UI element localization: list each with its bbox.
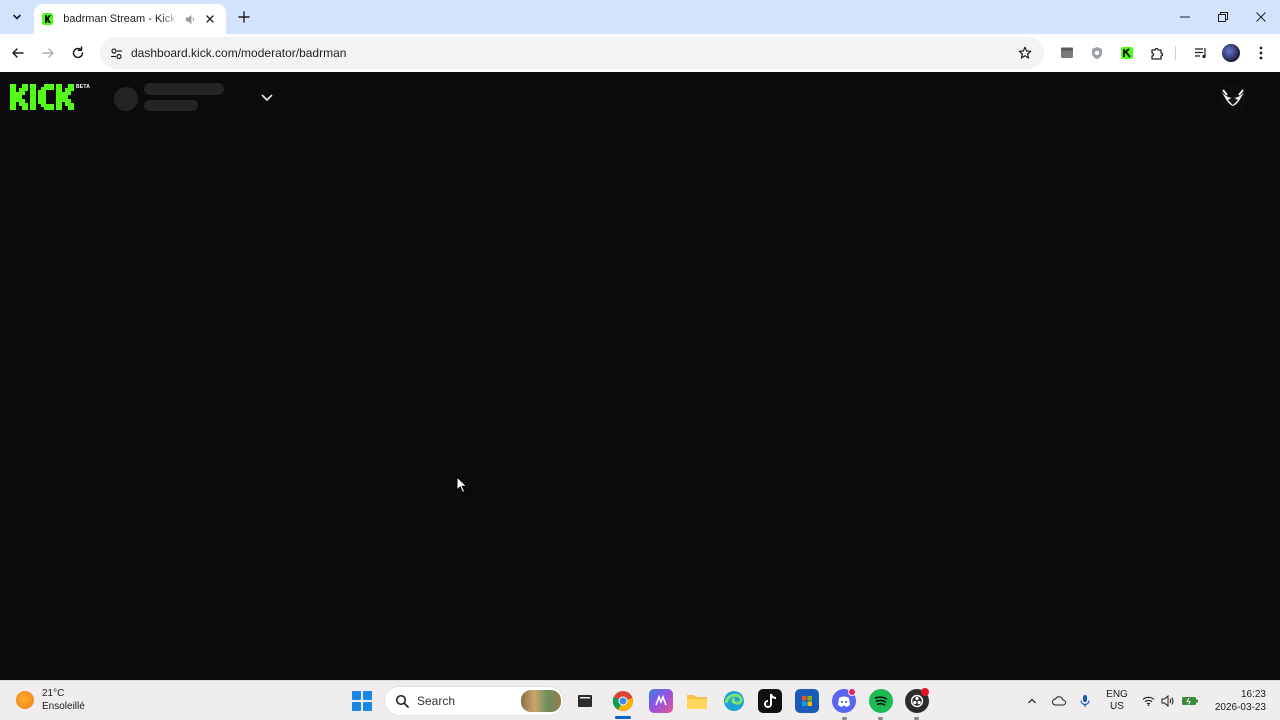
language-code: ENG: [1106, 689, 1128, 700]
back-button[interactable]: [7, 42, 29, 64]
tune-icon: [110, 47, 122, 59]
new-tab-button[interactable]: [234, 7, 254, 27]
windows-logo-tile: [352, 691, 361, 700]
sun-icon: [16, 691, 34, 709]
windows-logo-tile: [363, 691, 372, 700]
tab-title: badrman Stream - Kick Dashboard: [63, 13, 178, 25]
url-text[interactable]: dashboard.kick.com/moderator/badrman: [131, 46, 346, 60]
tab-close-button[interactable]: [203, 11, 218, 27]
kick-dashboard: BETA: [0, 72, 1280, 680]
channel-avatar-skeleton: [114, 87, 138, 111]
restore-button[interactable]: [1204, 0, 1242, 34]
browser-tab-active[interactable]: badrman Stream - Kick Dashboard: [34, 4, 226, 34]
windows-logo-tile: [352, 702, 361, 711]
windows-taskbar: 21°C Ensoleillé Search ENG US 16:23 2026…: [0, 680, 1280, 720]
weather-temperature: 21°C: [42, 688, 65, 699]
microphone-icon[interactable]: [1077, 681, 1093, 720]
kick-logo[interactable]: [10, 84, 76, 110]
arrow-left-icon: [12, 48, 24, 58]
toolbar-divider: [1175, 46, 1176, 60]
extension-store-icon[interactable]: [1057, 43, 1077, 63]
reload-button[interactable]: [67, 42, 89, 64]
browser-tab-strip: badrman Stream - Kick Dashboard: [0, 0, 1280, 34]
wifi-icon[interactable]: [1140, 681, 1156, 720]
taskbar-search[interactable]: Search: [384, 686, 564, 716]
microsoft-store-icon[interactable]: [795, 689, 819, 713]
file-explorer-icon[interactable]: [685, 689, 709, 713]
chevron-up-icon: [1028, 698, 1036, 704]
chrome-icon[interactable]: [611, 689, 635, 713]
profile-button[interactable]: [1221, 43, 1241, 63]
kick-favicon-icon: [42, 13, 54, 25]
profile-avatar: [1222, 44, 1240, 62]
tiktok-icon[interactable]: [758, 689, 782, 713]
start-button[interactable]: [352, 691, 372, 711]
address-bar[interactable]: dashboard.kick.com/moderator/badrman: [100, 37, 1044, 69]
browser-toolbar: dashboard.kick.com/moderator/badrman: [0, 34, 1280, 72]
forward-button[interactable]: [37, 42, 59, 64]
region-code: US: [1110, 701, 1124, 712]
chrome-active-indicator: [615, 716, 631, 719]
mouse-cursor-icon: [456, 476, 468, 494]
kick-extension-icon[interactable]: [1117, 43, 1137, 63]
extensions-puzzle-icon[interactable]: [1147, 43, 1167, 63]
spotify-icon[interactable]: [869, 689, 893, 713]
windows-logo-tile: [363, 702, 372, 711]
tab-search-button[interactable]: [6, 6, 28, 28]
taskbar-search-label: Search: [417, 694, 456, 708]
discord-notification-badge: [848, 688, 856, 696]
clock-date: 2026-03-23: [1214, 702, 1266, 713]
close-window-button[interactable]: [1242, 0, 1280, 34]
clock-time: 16:23: [1240, 689, 1266, 700]
arrow-right-icon: [42, 48, 54, 58]
search-highlight-image: [521, 690, 561, 712]
edge-icon[interactable]: [722, 689, 746, 713]
menu-button[interactable]: [1251, 43, 1271, 63]
file-manager-icon[interactable]: [573, 689, 597, 713]
channel-switcher-button[interactable]: [258, 89, 276, 107]
plus-icon: [238, 11, 250, 23]
window-controls: [1166, 0, 1280, 34]
more-vertical-icon: [1259, 46, 1263, 60]
site-info-button[interactable]: [106, 43, 126, 63]
restore-icon: [1218, 12, 1228, 22]
minimize-button[interactable]: [1166, 0, 1204, 34]
chevron-down-icon: [13, 14, 21, 20]
weather-widget[interactable]: 21°C Ensoleillé: [16, 687, 85, 713]
close-icon: [1256, 12, 1266, 22]
show-hidden-icons-button[interactable]: [1024, 681, 1040, 720]
volume-icon[interactable]: [1160, 681, 1176, 720]
battery-icon[interactable]: [1180, 681, 1200, 720]
shield-icon[interactable]: [1087, 43, 1107, 63]
tab-audio-icon[interactable]: [184, 12, 197, 26]
star-icon: [1018, 46, 1032, 59]
obs-recording-badge: [921, 688, 929, 696]
weather-text: 21°C Ensoleillé: [42, 687, 85, 713]
close-icon: [206, 15, 215, 23]
user-avatar-image: [1219, 84, 1247, 112]
system-clock[interactable]: 16:23 2026-03-23: [1215, 688, 1266, 714]
onedrive-icon[interactable]: [1050, 681, 1068, 720]
language-indicator[interactable]: ENG US: [1104, 689, 1130, 713]
media-controls-icon[interactable]: [1191, 43, 1211, 63]
user-avatar[interactable]: [1219, 84, 1247, 112]
channel-name-skeleton: [144, 83, 224, 95]
chevron-down-icon: [261, 94, 273, 101]
search-icon: [395, 694, 409, 708]
weather-condition: Ensoleillé: [42, 701, 85, 712]
bookmark-button[interactable]: [1016, 44, 1034, 62]
m365-icon[interactable]: [649, 689, 673, 713]
minimize-icon: [1180, 16, 1190, 18]
beta-badge: BETA: [76, 84, 91, 90]
channel-subtitle-skeleton: [144, 100, 198, 111]
reload-icon: [72, 46, 84, 59]
